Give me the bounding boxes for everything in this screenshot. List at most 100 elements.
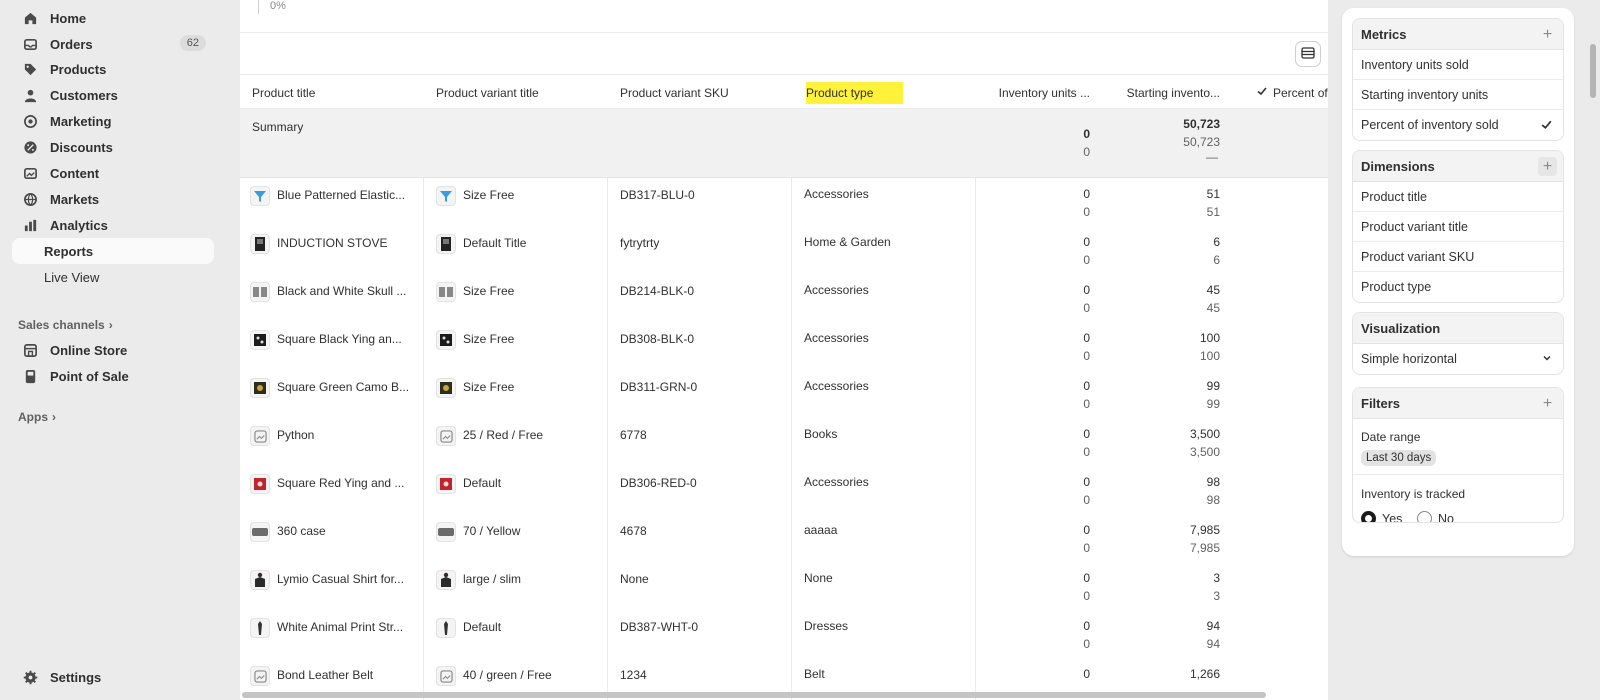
dimension-item[interactable]: Product title	[1353, 182, 1563, 212]
cell-units-sold: 0	[1083, 187, 1090, 201]
nav-markets[interactable]: Markets	[12, 186, 214, 212]
cell-product-title[interactable]: Bond Leather Belt	[277, 668, 417, 682]
table-row[interactable]: Square Green Camo B... Size Free DB311-GRN…	[240, 370, 1328, 419]
nav-online-store[interactable]: Online Store	[12, 337, 214, 363]
cell-product-title[interactable]: Square Red Ying and ...	[277, 476, 417, 490]
table-row[interactable]: Blue Patterned Elastic... Size Free DB317-…	[240, 178, 1328, 227]
variant-thumbnail-icon	[436, 426, 456, 446]
cell-product-title[interactable]: Square Green Camo B...	[277, 380, 417, 394]
dimension-item[interactable]: Product variant title	[1353, 212, 1563, 242]
nav-live-view[interactable]: Live View	[12, 264, 214, 290]
nav-orders[interactable]: Orders 62	[12, 31, 214, 57]
cell-variant-title[interactable]: 25 / Red / Free	[463, 428, 603, 442]
dimension-label: Product title	[1361, 189, 1428, 204]
cell-product-type: None	[804, 571, 833, 585]
cell-variant-title[interactable]: Size Free	[463, 284, 603, 298]
nav-settings[interactable]: Settings	[12, 664, 214, 690]
cell-variant-title[interactable]: Default	[463, 476, 603, 490]
dimension-item[interactable]: Product type	[1353, 272, 1563, 302]
metric-item[interactable]: Inventory units sold	[1353, 50, 1563, 80]
cell-variant-title[interactable]: 70 / Yellow	[463, 524, 603, 538]
cell-product-title[interactable]: Blue Patterned Elastic...	[277, 188, 417, 202]
table-row[interactable]: Black and White Skull ... Size Free DB214-…	[240, 274, 1328, 323]
nav-customers[interactable]: Customers	[12, 82, 214, 108]
orders-count-badge: 62	[179, 35, 206, 51]
nav-analytics[interactable]: Analytics	[12, 212, 214, 238]
dimension-item[interactable]: Product variant SKU	[1353, 242, 1563, 272]
cell-variant-sku: fytrytrty	[620, 236, 660, 250]
col-units-sold[interactable]: Inventory units ...	[986, 75, 1090, 110]
chart-strip: 0%	[240, 0, 1328, 33]
metrics-title: Metrics	[1361, 26, 1407, 42]
sales-channels-header[interactable]: Sales channels ›	[18, 318, 113, 332]
cell-product-title[interactable]: Black and White Skull ...	[277, 284, 417, 298]
visualization-title: Visualization	[1361, 320, 1441, 336]
col-variant-sku[interactable]: Product variant SKU	[620, 75, 790, 110]
cell-units-sold-prev: 0	[1083, 637, 1090, 651]
nav-discounts[interactable]: Discounts	[12, 134, 214, 160]
cell-starting-inventory: 51	[1206, 187, 1220, 201]
chart-zero-label: 0%	[270, 0, 286, 12]
apps-header[interactable]: Apps ›	[18, 410, 56, 424]
table-row[interactable]: INDUCTION STOVE Default Title fytrytrty Hom…	[240, 226, 1328, 275]
metric-item[interactable]: Percent of inventory sold	[1353, 110, 1563, 140]
table-view-button[interactable]	[1295, 41, 1321, 67]
visualization-value: Simple horizontal	[1361, 352, 1457, 366]
globe-icon	[22, 191, 38, 207]
cell-variant-title[interactable]: Size Free	[463, 380, 603, 394]
cell-product-title[interactable]: Lymio Casual Shirt for...	[277, 572, 417, 586]
table-row[interactable]: Lymio Casual Shirt for... large / slim Non…	[240, 562, 1328, 611]
cell-starting-inventory: 3	[1213, 571, 1220, 585]
col-divider	[607, 178, 608, 700]
table-row[interactable]: White Animal Print Str... Default DB387-WH…	[240, 610, 1328, 659]
add-filter-button[interactable]: +	[1538, 394, 1557, 413]
cell-variant-title[interactable]: Default	[463, 620, 603, 634]
col-divider	[791, 178, 792, 700]
col-product-title[interactable]: Product title	[252, 75, 422, 110]
cell-variant-title[interactable]: large / slim	[463, 572, 603, 586]
radio-no[interactable]: No	[1417, 511, 1454, 522]
nav-point-of-sale[interactable]: Point of Sale	[12, 363, 214, 389]
cell-variant-title[interactable]: Size Free	[463, 188, 603, 202]
vertical-scrollbar[interactable]	[1590, 44, 1596, 98]
table-row[interactable]: Python 25 / Red / Free 6778 Books 0 0 3,500 3,5…	[240, 418, 1328, 467]
radio-yes[interactable]: Yes	[1361, 511, 1402, 522]
cell-product-title[interactable]: Python	[277, 428, 417, 442]
col-variant-title[interactable]: Product variant title	[436, 75, 606, 110]
cell-product-title[interactable]: Square Black Ying an...	[277, 332, 417, 346]
cell-starting-inventory-prev: 99	[1206, 397, 1220, 411]
cell-units-sold: 0	[1083, 571, 1090, 585]
nav-home[interactable]: Home	[12, 5, 214, 31]
date-range-chip[interactable]: Last 30 days	[1361, 450, 1437, 466]
col-product-type[interactable]: Product type	[806, 75, 976, 110]
add-metric-button[interactable]: +	[1538, 25, 1557, 44]
variant-thumbnail-icon	[436, 186, 456, 206]
product-thumbnail-icon	[250, 234, 270, 254]
cell-product-type: Dresses	[804, 619, 849, 633]
metric-item[interactable]: Starting inventory units	[1353, 80, 1563, 110]
cell-product-title[interactable]: INDUCTION STOVE	[277, 236, 417, 250]
col-starting-inventory[interactable]: Starting invento...	[1106, 75, 1220, 110]
nav-content[interactable]: Content	[12, 160, 214, 186]
table-row[interactable]: 360 case 70 / Yellow 4678 aaaaa 0 0 7,985 7,985	[240, 514, 1328, 563]
cell-product-title[interactable]: 360 case	[277, 524, 417, 538]
table-row[interactable]: Square Black Ying an... Size Free DB308-BL…	[240, 322, 1328, 371]
add-dimension-button[interactable]: +	[1538, 157, 1557, 176]
nav-products[interactable]: Products	[12, 56, 214, 82]
nav-marketing[interactable]: Marketing	[12, 108, 214, 134]
checkmark-icon	[1540, 118, 1553, 134]
col-percent-sold[interactable]: Percent of	[1256, 75, 1328, 110]
table-row[interactable]: Square Red Ying and ... Default DB306-RED-…	[240, 466, 1328, 515]
cell-variant-title[interactable]: Size Free	[463, 332, 603, 346]
col-label: Product variant title	[436, 85, 539, 100]
summary-units-sold-prev: 0	[1083, 145, 1090, 159]
cell-variant-title[interactable]: Default Title	[463, 236, 603, 250]
col-label: Inventory units ...	[998, 85, 1090, 100]
cell-variant-title[interactable]: 40 / green / Free	[463, 668, 603, 682]
nav-reports[interactable]: Reports	[12, 238, 214, 264]
horizontal-scrollbar[interactable]	[242, 692, 1266, 698]
pos-icon	[22, 368, 38, 384]
visualization-select[interactable]: Simple horizontal	[1353, 344, 1563, 374]
cell-units-sold: 0	[1083, 475, 1090, 489]
cell-product-title[interactable]: White Animal Print Str...	[277, 620, 417, 634]
